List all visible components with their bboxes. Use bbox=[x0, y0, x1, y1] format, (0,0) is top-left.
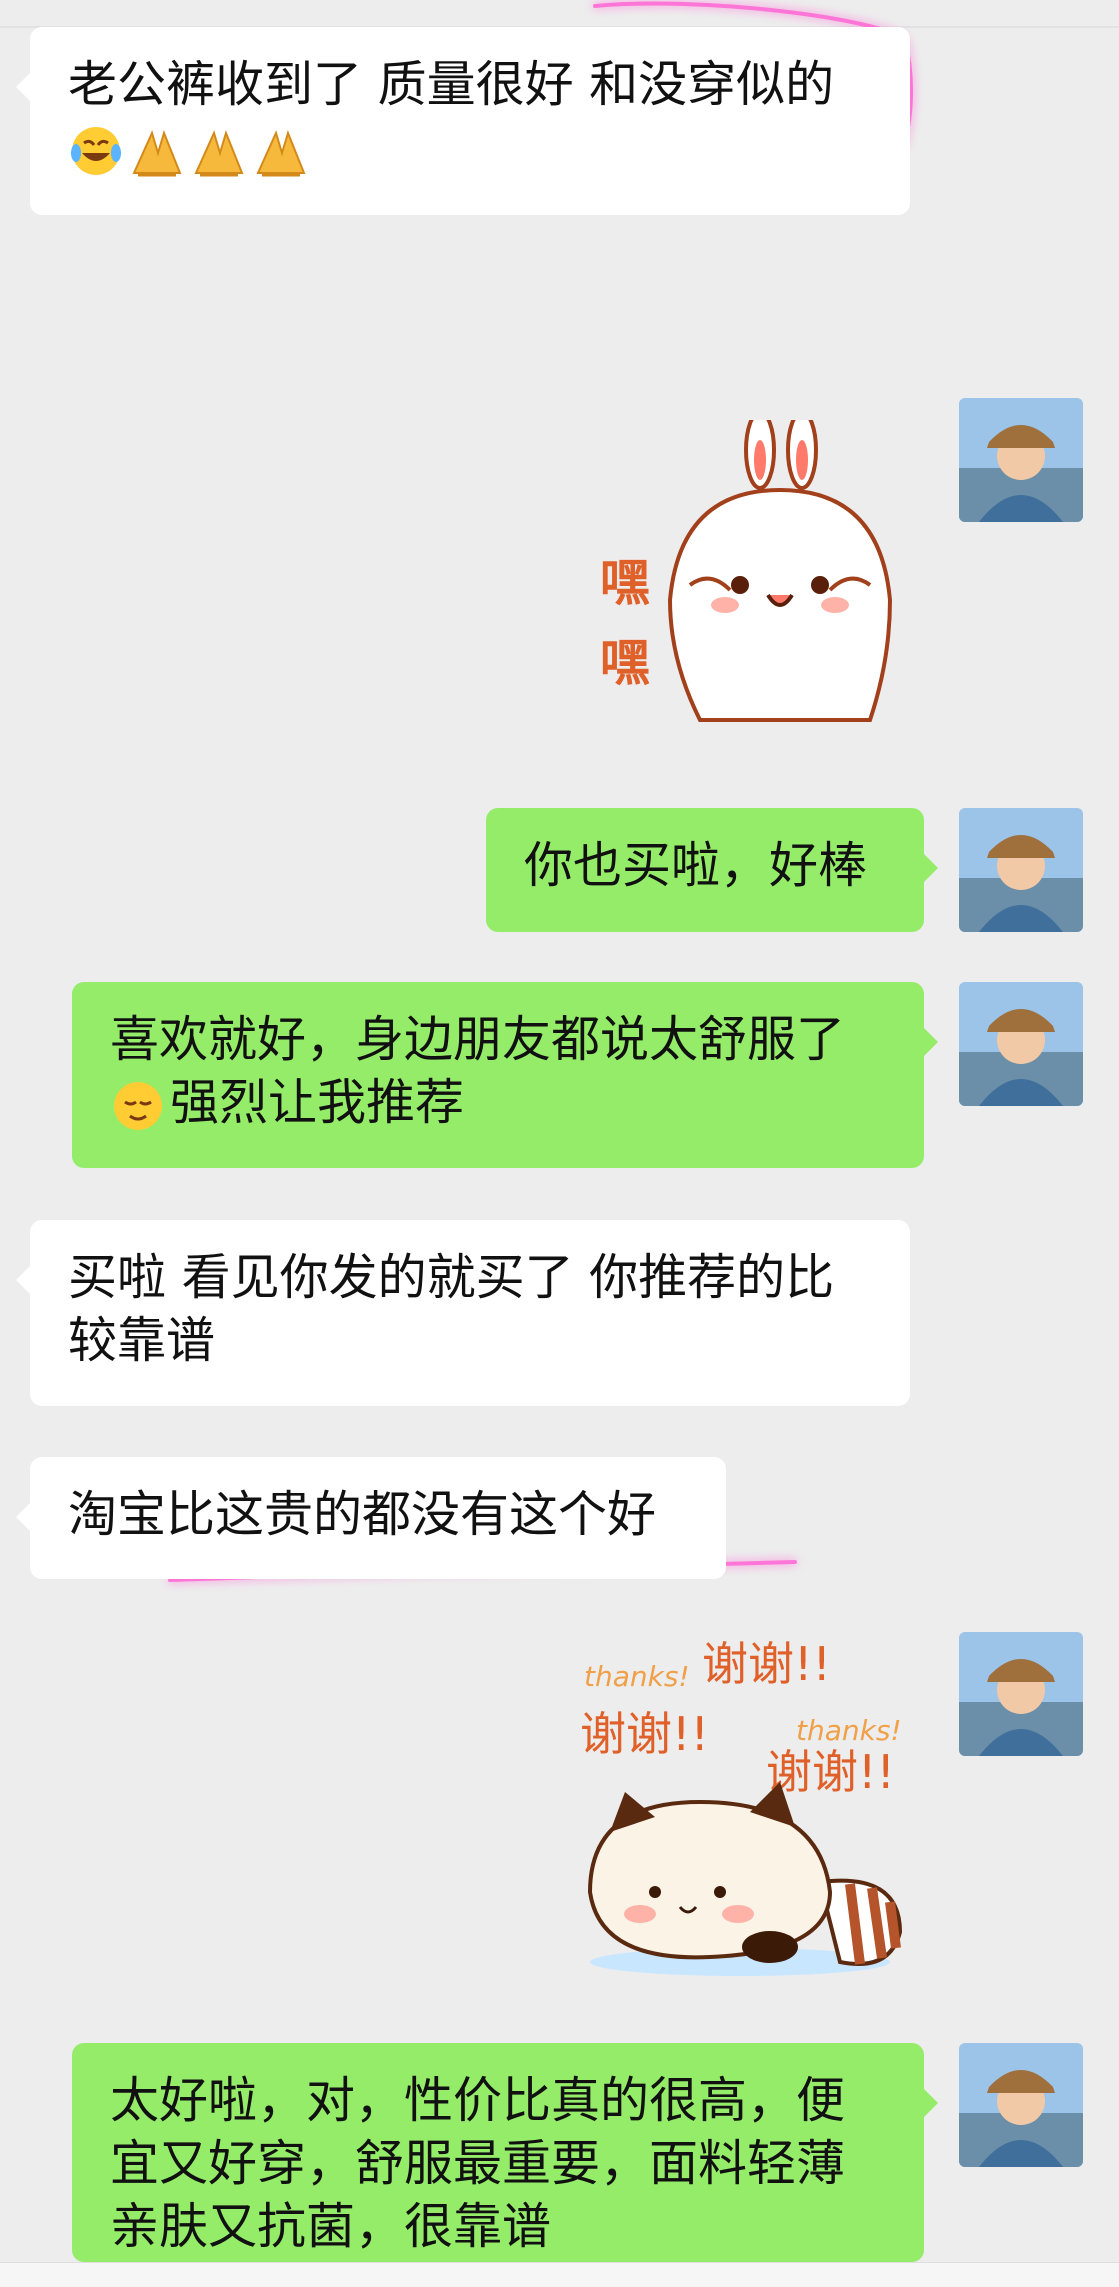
message-bubble-received[interactable]: 淘宝比这贵的都没有这个好 bbox=[16, 1457, 726, 1579]
message-text: 太好啦，对，性价比真的很高，便 bbox=[110, 2072, 846, 2129]
message-text: 你也买啦，好棒 bbox=[524, 837, 868, 894]
sticker-text: 谢谢!! bbox=[702, 1637, 831, 1691]
avatar[interactable] bbox=[959, 398, 1083, 522]
avatar-photo bbox=[959, 2043, 1083, 2167]
sticker-text: 嘿 bbox=[600, 634, 650, 692]
message-text: 亲肤又抗菌，很靠谱 bbox=[110, 2198, 552, 2255]
avatar[interactable] bbox=[959, 982, 1083, 1106]
avatar-photo bbox=[959, 808, 1083, 932]
avatar[interactable] bbox=[959, 808, 1083, 932]
input-bar-edge bbox=[0, 2262, 1119, 2287]
bunny-sticker[interactable]: 嘿 嘿 bbox=[570, 420, 930, 740]
pray-emoji-icon bbox=[194, 129, 244, 176]
message-text: 老公裤收到了 质量很好 和没穿似的 bbox=[68, 56, 835, 113]
message-text: 较靠谱 bbox=[68, 1312, 216, 1369]
message-bubble-received[interactable]: 老公裤收到了 质量很好 和没穿似的 bbox=[16, 27, 910, 215]
avatar-photo bbox=[959, 982, 1083, 1106]
message-bubble-sent[interactable]: 你也买啦，好棒 bbox=[486, 808, 938, 932]
message-text: 宜又好穿，舒服最重要，面料轻薄 bbox=[110, 2135, 846, 2192]
raccoon-sticker[interactable]: thanks! 谢谢!! 谢谢!! thanks! 谢谢!! bbox=[570, 1632, 930, 1992]
pray-emoji-icon bbox=[132, 129, 182, 176]
avatar[interactable] bbox=[959, 1632, 1083, 1756]
laugh-cry-emoji-icon bbox=[71, 126, 121, 175]
sticker-text: thanks! bbox=[584, 1660, 690, 1693]
message-text-line: 强烈让我推荐 bbox=[110, 1071, 886, 1134]
relieved-emoji-icon bbox=[114, 1081, 162, 1130]
avatar-photo bbox=[959, 398, 1083, 522]
avatar-photo bbox=[959, 1632, 1083, 1756]
message-text: 喜欢就好，身边朋友都说太舒服了 bbox=[110, 1011, 846, 1068]
message-bubble-sent[interactable]: 太好啦，对，性价比真的很高，便 宜又好穿，舒服最重要，面料轻薄 亲肤又抗菌，很靠… bbox=[72, 2043, 938, 2262]
sticker-text: 谢谢!! bbox=[766, 1745, 895, 1799]
avatar[interactable] bbox=[959, 2043, 1083, 2167]
message-bubble-sent[interactable]: 喜欢就好，身边朋友都说太舒服了 强烈让我推荐 bbox=[72, 982, 938, 1168]
message-text: 淘宝比这贵的都没有这个好 bbox=[68, 1486, 657, 1543]
pray-emoji-icon bbox=[256, 129, 306, 176]
sticker-text: thanks! bbox=[796, 1714, 902, 1747]
message-text: 买啦 看见你发的就买了 你推荐的比 bbox=[68, 1249, 835, 1306]
emoji-row bbox=[68, 116, 872, 179]
sticker-text: 谢谢!! bbox=[580, 1707, 709, 1761]
message-text: 强烈让我推荐 bbox=[170, 1074, 465, 1131]
message-bubble-received[interactable]: 买啦 看见你发的就买了 你推荐的比 较靠谱 bbox=[16, 1220, 910, 1406]
sticker-text: 嘿 bbox=[600, 554, 650, 612]
